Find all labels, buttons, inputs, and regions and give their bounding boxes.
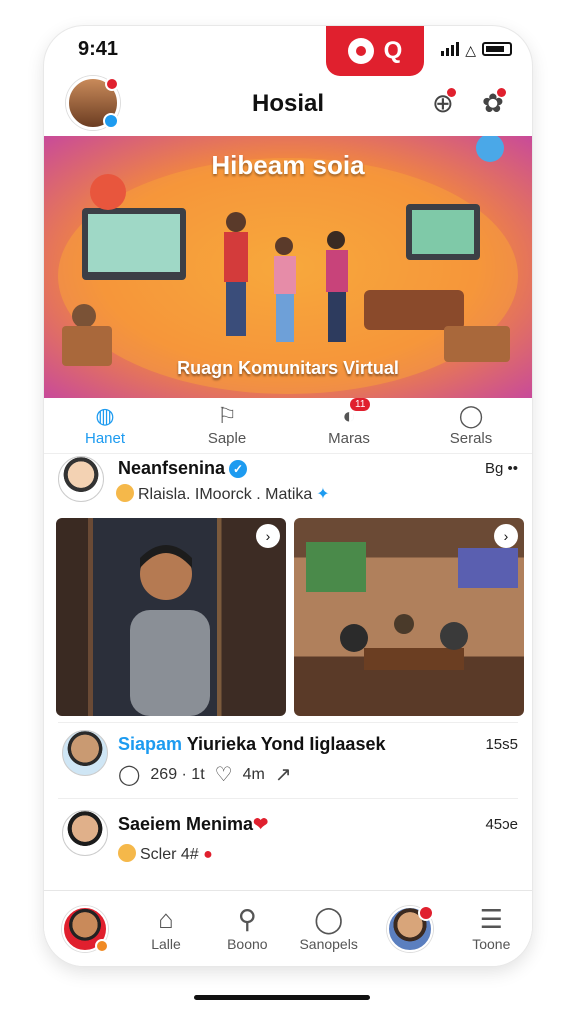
- shield-icon: [94, 938, 109, 953]
- post-time: 15s5: [485, 736, 518, 753]
- people-icon: ◍: [95, 403, 115, 428]
- nav-menu[interactable]: ☰ Toone: [451, 891, 532, 966]
- emoji-icon: [118, 844, 136, 862]
- heart-icon[interactable]: ♡: [215, 762, 233, 787]
- tab-saple[interactable]: ⚐ Saple: [166, 398, 288, 453]
- status-bar: 9:41 Q △: [44, 26, 532, 76]
- page-title: Hosial: [251, 90, 325, 117]
- photo-gallery: › ›: [56, 518, 524, 716]
- tab-maras[interactable]: 11 ◐ Maras: [288, 398, 410, 453]
- bird-icon: ✦: [316, 486, 330, 503]
- avatar[interactable]: [62, 810, 108, 856]
- notification-dot: [417, 904, 434, 921]
- person-icon: ◯: [458, 403, 484, 428]
- nav-home[interactable]: ⌂ Lalle: [125, 891, 206, 966]
- recording-pill[interactable]: Q: [326, 26, 424, 76]
- tab-hanet[interactable]: ◍ Hanet: [44, 398, 166, 453]
- home-indicator[interactable]: [194, 995, 370, 1000]
- post-author-rest: Yiurieka Yond Iiglaasek: [186, 734, 386, 754]
- home-icon: ⌂: [158, 903, 174, 934]
- settings-cookie-icon[interactable]: ✿: [482, 88, 506, 119]
- avatar: [61, 905, 109, 953]
- library-illustration: [130, 545, 210, 716]
- search-icon: ⚲: [237, 903, 257, 934]
- post-author[interactable]: Saeiem Menima❤: [118, 814, 268, 835]
- nav-label: Sanopels: [299, 935, 358, 952]
- pin-icon: ●: [203, 846, 213, 863]
- nav-label: Lalle: [151, 935, 181, 952]
- avatar[interactable]: [62, 730, 108, 776]
- divider: [58, 798, 518, 799]
- verified-icon: ✓: [229, 460, 248, 478]
- nav-friend[interactable]: [369, 891, 450, 966]
- notification-bell-icon[interactable]: ⊕: [432, 88, 456, 119]
- comment-count: 269 · 1t: [150, 765, 205, 783]
- bottom-nav: ⌂ Lalle ⚲ Boono ◯ Sanopels ☰ Toone: [44, 890, 532, 966]
- tab-label: Serals: [449, 430, 493, 447]
- tab-label: Maras: [328, 430, 370, 447]
- nav-label: Boono: [227, 935, 268, 952]
- post-author-highlight: Siapam: [118, 734, 183, 754]
- post-author-name: Saeiem Menima: [118, 814, 254, 834]
- divider: [58, 722, 518, 723]
- post-subtitle: Rlaisla. IMoorck . Matika ✦: [116, 484, 330, 504]
- post-author[interactable]: Neanfsenina ✓: [118, 458, 248, 479]
- post-subtitle-text: Rlaisla. IMoorck . Matika: [138, 486, 313, 503]
- comment-icon[interactable]: ◯: [118, 762, 140, 787]
- nav-search[interactable]: ⚲ Boono: [207, 891, 288, 966]
- heart-icon: ❤: [253, 814, 269, 834]
- photo-library[interactable]: ›: [56, 518, 286, 716]
- tab-serals[interactable]: ◯ Serals: [410, 398, 532, 453]
- community-banner[interactable]: Hibeam soia Ruagn Komunitars Virtual: [44, 136, 532, 398]
- nav-people[interactable]: ◯ Sanopels: [288, 891, 369, 966]
- record-icon: [347, 38, 374, 64]
- post-author[interactable]: Siapam Yiurieka Yond Iiglaasek: [118, 734, 385, 755]
- banner-subtitle: Ruagn Komunitars Virtual: [177, 358, 399, 378]
- search-q-icon: Q: [383, 37, 403, 64]
- tab-bar: ◍ Hanet ⚐ Saple 11 ◐ Maras ◯ Serals: [44, 398, 532, 454]
- nav-label: Toone: [472, 935, 511, 952]
- post-subtitle-text: Scler 4#: [140, 846, 199, 863]
- avatar: [386, 904, 434, 952]
- tab-label: Saple: [207, 430, 247, 447]
- share-icon[interactable]: ↗: [275, 762, 292, 787]
- signal-icon: [441, 42, 460, 56]
- post-time: 45ɔe: [485, 816, 518, 833]
- photo-cafe[interactable]: ›: [294, 518, 524, 716]
- tab-label: Hanet: [84, 430, 126, 447]
- post-menu[interactable]: Bg ••: [485, 460, 518, 477]
- notification-dot: [105, 77, 119, 91]
- cafe-illustration: [306, 542, 518, 670]
- battery-icon: [482, 42, 512, 56]
- chevron-right-icon[interactable]: ›: [256, 524, 280, 548]
- post-subtitle: Scler 4# ●: [118, 844, 213, 864]
- phone-frame: 9:41 Q △ Hosial ⊕ ✿ Hibeam soia Ruagn Ko…: [44, 26, 532, 966]
- avatar[interactable]: [58, 456, 104, 502]
- count-badge: 11: [350, 398, 371, 411]
- person-icon: ◯: [314, 903, 344, 934]
- system-icons: △: [441, 42, 512, 58]
- post-author-name: Neanfsenina: [118, 458, 226, 478]
- nav-profile[interactable]: [44, 891, 125, 966]
- post-actions: ◯ 269 · 1t ♡ 4m ↗: [118, 762, 292, 787]
- menu-icon: ☰: [479, 903, 503, 934]
- wifi-icon: △: [465, 42, 476, 58]
- chevron-right-icon[interactable]: ›: [494, 524, 518, 548]
- flag-icon: ⚐: [217, 403, 237, 428]
- app-header: Hosial ⊕ ✿: [44, 76, 532, 136]
- status-time: 9:41: [78, 38, 119, 60]
- like-count: 4m: [242, 765, 265, 783]
- banner-title: Hibeam soia: [211, 150, 365, 180]
- emoji-icon: [116, 484, 134, 502]
